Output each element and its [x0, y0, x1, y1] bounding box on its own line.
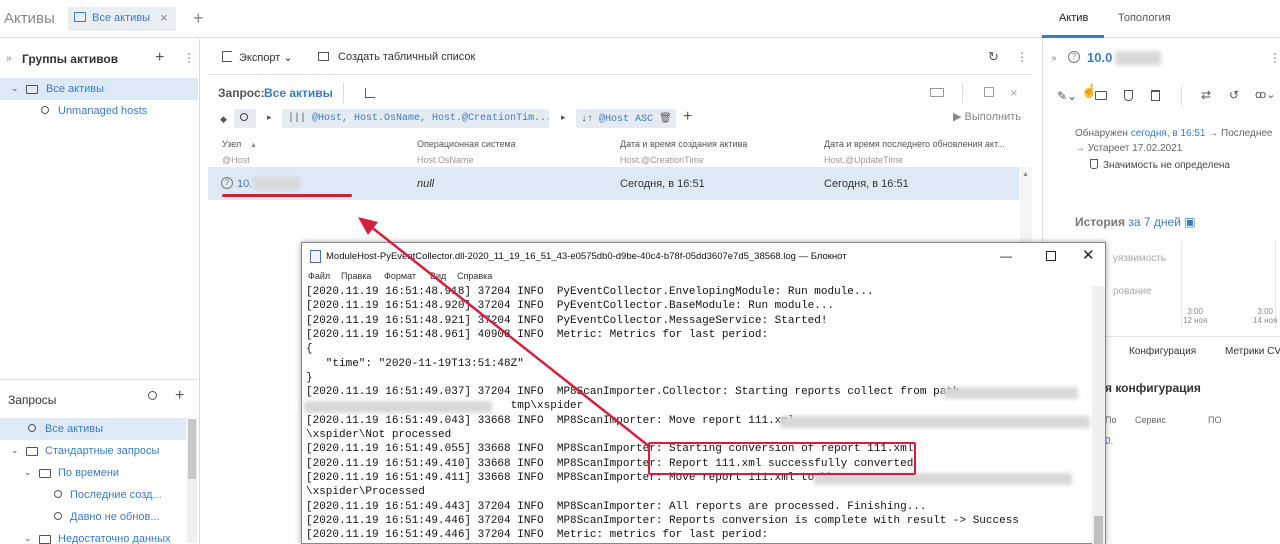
arrow-line	[369, 225, 651, 448]
arrow-head	[358, 217, 378, 235]
annotation-arrow	[358, 217, 651, 448]
